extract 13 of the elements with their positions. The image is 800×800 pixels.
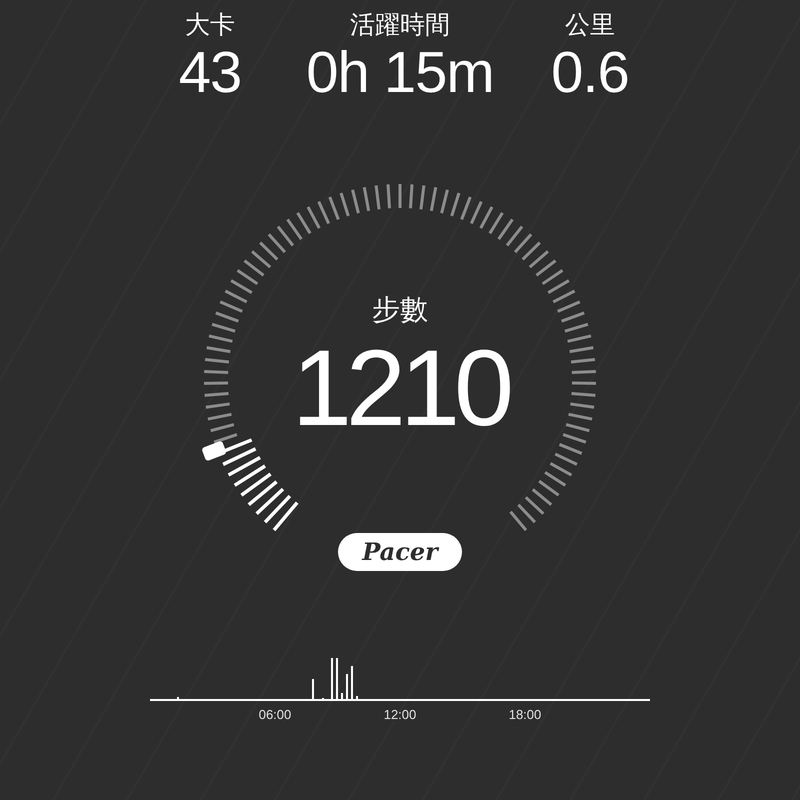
stat-value: 0.6 bbox=[551, 40, 629, 106]
pacer-logo: Pacer bbox=[338, 533, 462, 571]
stat-label: 活躍時間 bbox=[350, 10, 450, 40]
step-count: 1210 bbox=[292, 328, 508, 448]
gauge-label: 步數 bbox=[372, 292, 428, 328]
stat-label: 大卡 bbox=[185, 10, 235, 40]
stat-label: 公里 bbox=[565, 10, 615, 40]
stat-value: 0h 15m bbox=[306, 40, 494, 106]
axis-label: 18:00 bbox=[508, 707, 542, 722]
axis-label: 06:00 bbox=[258, 707, 292, 722]
stat-value: 43 bbox=[178, 40, 242, 106]
axis-label: 12:00 bbox=[384, 707, 416, 722]
gauge-marker bbox=[201, 440, 227, 462]
